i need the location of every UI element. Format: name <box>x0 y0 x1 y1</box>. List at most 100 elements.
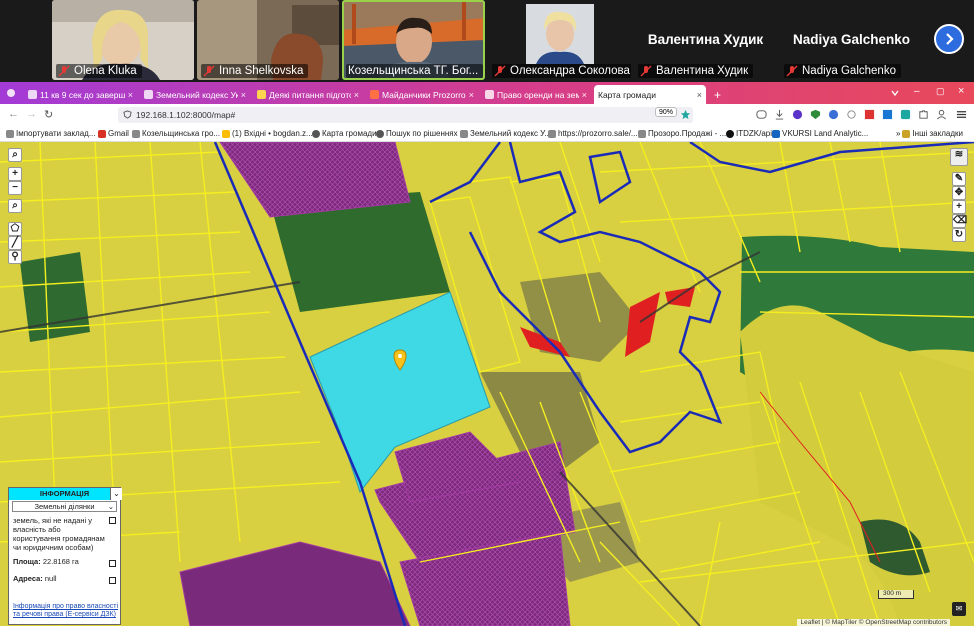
maximize-icon[interactable]: ▢ <box>936 86 945 97</box>
ownership-info-link[interactable]: Інформація про право власності та речові… <box>13 603 123 619</box>
close-icon[interactable]: × <box>241 90 246 100</box>
extension-icon[interactable] <box>864 109 875 120</box>
draw-polygon-button[interactable]: ⬠ <box>8 222 22 236</box>
hamburger-menu-icon[interactable] <box>956 109 967 120</box>
close-icon[interactable]: × <box>128 90 133 100</box>
tab-2[interactable]: Земельний кодекс Украї× <box>140 85 250 104</box>
chevron-down-icon[interactable] <box>890 88 900 98</box>
move-button[interactable]: ✥ <box>952 186 966 200</box>
bookmark-item[interactable]: Земельний кодекс У... <box>460 129 551 138</box>
bookmark-item[interactable]: ITDZK/api <box>726 129 772 138</box>
info-panel-body: земель, які не надані у власність або ко… <box>9 513 120 597</box>
close-icon[interactable]: × <box>469 90 474 100</box>
new-tab-button[interactable]: + <box>710 85 724 104</box>
extension-icon[interactable] <box>810 109 821 120</box>
bookmark-item[interactable]: Прозоро.Продажі - ... <box>638 129 726 138</box>
add-button[interactable]: + <box>952 200 966 214</box>
edit-icon: ✎ <box>954 173 964 184</box>
download-icon[interactable] <box>774 109 785 120</box>
close-icon[interactable]: × <box>697 90 702 100</box>
tab-map-active[interactable]: Карта громади × <box>594 85 706 104</box>
erase-button[interactable]: ⌫ <box>952 214 968 228</box>
extension-icon[interactable] <box>846 109 857 120</box>
search-icon: ⌕ <box>12 200 18 211</box>
map-attribution[interactable]: Leaflet | © MapTiler © OpenStreetMap con… <box>797 619 950 626</box>
github-icon <box>726 129 734 138</box>
feedback-button[interactable]: ✉ <box>952 602 966 616</box>
shield-icon <box>123 110 132 119</box>
bookmark-folder-other[interactable]: » Інші закладки <box>896 129 963 138</box>
page-icon <box>548 129 556 138</box>
puzzle-icon[interactable] <box>918 109 929 120</box>
copy-icon[interactable] <box>109 517 116 524</box>
marker-icon: ⚲ <box>11 251 19 262</box>
close-icon[interactable]: × <box>354 90 359 100</box>
zoom-out-icon: − <box>12 182 18 193</box>
participant-tile[interactable]: Nadiya Galchenko Nadiya Galchenko <box>780 0 923 80</box>
extension-icon[interactable] <box>882 109 893 120</box>
close-icon[interactable]: × <box>582 90 587 100</box>
pocket-icon[interactable] <box>756 109 767 120</box>
tab-favicon-icon <box>370 90 379 99</box>
eraser-icon: ⌫ <box>953 215 968 226</box>
edit-button[interactable]: ✎ <box>952 172 966 186</box>
reload-icon[interactable]: ↻ <box>44 108 53 121</box>
participant-tile-active-speaker[interactable]: Козельщинська ТГ. Бог... <box>342 0 485 80</box>
back-icon[interactable]: ← <box>8 108 19 120</box>
close-window-icon[interactable]: × <box>958 85 964 97</box>
draw-line-button[interactable]: ╱ <box>8 236 22 250</box>
account-icon[interactable] <box>936 109 947 120</box>
plus-icon: + <box>956 201 962 212</box>
tab-5[interactable]: Право оренди на земель× <box>481 85 591 104</box>
layer-select[interactable]: Земельні ділянки ⌄ <box>12 501 117 512</box>
map-layers[interactable] <box>0 142 974 626</box>
extension-icon[interactable] <box>828 109 839 120</box>
extension-icon[interactable] <box>900 109 911 120</box>
bookmark-item[interactable]: Пошук по рішеннях <box>376 129 458 138</box>
rotate-icon: ↻ <box>954 229 964 240</box>
participant-tile[interactable]: Валентина Худик Валентина Худик <box>634 0 777 80</box>
zoom-in-button[interactable]: + <box>8 167 22 181</box>
bookmark-star-icon[interactable] <box>680 109 691 120</box>
browser-menu-icon[interactable] <box>6 88 16 98</box>
bookmark-item[interactable]: VKURSI Land Analytic... <box>772 129 868 138</box>
participant-tile[interactable]: Олександра Соколова <box>488 0 631 80</box>
muted-mic-icon <box>494 65 506 77</box>
next-participants-button[interactable] <box>934 24 964 54</box>
page-icon <box>132 129 140 138</box>
draw-line-icon: ╱ <box>11 237 19 248</box>
mail-icon <box>222 129 230 138</box>
layers-button[interactable]: ≋ <box>950 148 968 166</box>
zoom-level-badge[interactable]: 90% <box>655 107 678 117</box>
gmail-icon <box>98 129 106 138</box>
parcel-search-button[interactable]: ⌕ <box>8 199 22 213</box>
search-button[interactable]: ⌕ <box>8 148 22 162</box>
bookmark-item[interactable]: Gmail <box>98 129 129 138</box>
rotate-button[interactable]: ↻ <box>952 228 966 242</box>
participant-name-label: Olena Kluka <box>56 64 142 78</box>
forward-icon[interactable]: → <box>26 108 37 120</box>
tab-3[interactable]: Деякі питання підготовк× <box>253 85 363 104</box>
globe-icon <box>376 129 384 138</box>
draw-marker-button[interactable]: ⚲ <box>8 250 22 264</box>
tab-4[interactable]: Майданчики Prozorro.Пр× <box>366 85 478 104</box>
bookmark-item[interactable]: Козельщинська гро... <box>132 129 220 138</box>
copy-icon[interactable] <box>109 577 116 584</box>
collapse-button[interactable]: ⌄ <box>110 488 122 500</box>
map-canvas[interactable]: ⌕ + − ⌕ ⬠ ╱ ⚲ ≋ ✎ ✥ + ⌫ ↻ ІНФОРМАЦІЯ ⌄ З… <box>0 142 974 626</box>
page-icon <box>638 129 646 138</box>
extension-icon[interactable] <box>792 109 803 120</box>
bookmark-item[interactable]: Карта громади <box>312 129 377 138</box>
copy-icon[interactable] <box>109 560 116 567</box>
zoom-out-button[interactable]: − <box>8 181 22 195</box>
participant-tile[interactable]: Olena Kluka <box>52 0 194 80</box>
chevron-double-right-icon: » <box>896 129 901 138</box>
address-bar[interactable]: 192.168.1.102:8000/map# <box>118 107 693 123</box>
tab-1[interactable]: 11 кв 9 сек до завершенн× <box>24 85 137 104</box>
participant-tile[interactable]: Inna Shelkovska <box>197 0 339 80</box>
bookmark-item[interactable]: (1) Вхідні • bogdan.z... <box>222 129 313 138</box>
bookmark-item[interactable]: Імпортувати заклад... <box>6 129 95 138</box>
minimize-icon[interactable]: – <box>914 86 920 97</box>
bookmark-item[interactable]: https://prozorro.sale/... <box>548 129 638 138</box>
participant-name-label: Nadiya Galchenko <box>784 64 901 78</box>
